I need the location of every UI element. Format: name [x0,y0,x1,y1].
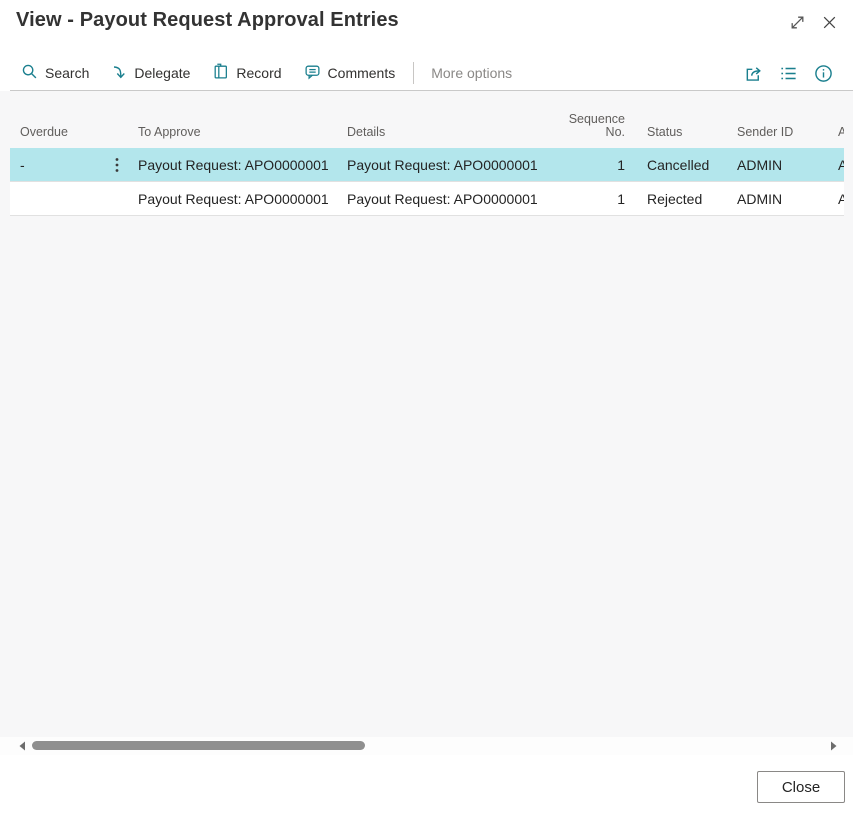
close-button[interactable]: Close [757,771,845,803]
scrollbar-thumb[interactable] [32,741,365,750]
row-context-menu-icon[interactable] [109,155,125,175]
approver-id-cell-clipped: A [830,148,844,181]
comments-icon [304,63,321,83]
column-header-details[interactable]: Details [340,100,556,148]
column-header-to-approve[interactable]: To Approve [130,100,340,148]
record-icon [212,63,229,83]
more-options-button[interactable]: More options [421,65,522,81]
approver-id-cell-clipped: A [830,182,844,215]
sequence-no-cell: 1 [556,182,628,215]
record-label: Record [236,65,281,81]
column-header-approver-id-clipped[interactable]: A [830,100,844,148]
table-row[interactable]: Payout Request: APO0000001 Payout Reques… [10,182,844,216]
delegate-icon [111,64,127,83]
info-icon[interactable] [813,63,833,83]
sender-id-link[interactable]: ADMIN [727,182,830,215]
toolbar-right-icons [743,63,843,83]
column-header-status[interactable]: Status [628,100,727,148]
details-cell: Payout Request: APO0000001 [340,182,556,215]
status-cell: Rejected [628,182,727,215]
to-approve-cell: Payout Request: APO0000001 [130,182,340,215]
overdue-cell: - [10,148,130,181]
column-header-overdue[interactable]: Overdue [10,100,130,148]
content-area: Overdue To Approve Details SequenceNo. S… [0,91,853,755]
overdue-cell [10,182,130,215]
search-icon [21,63,38,83]
search-button[interactable]: Search [10,63,100,83]
toolbar-divider [413,62,414,84]
approval-entries-dialog: View - Payout Request Approval Entries S… [0,0,853,814]
scroll-right-icon[interactable] [828,741,838,751]
sequence-no-cell: 1 [556,148,628,181]
action-toolbar: Search Delegate Record [10,56,843,90]
comments-label: Comments [328,65,396,81]
overdue-value: - [20,157,25,173]
column-header-sequence-no[interactable]: SequenceNo. [556,100,628,148]
comments-button[interactable]: Comments [293,63,407,83]
grid-header-row: Overdue To Approve Details SequenceNo. S… [10,100,844,148]
approval-entries-grid: Overdue To Approve Details SequenceNo. S… [10,100,844,216]
page-title: View - Payout Request Approval Entries [16,9,399,32]
delegate-label: Delegate [134,65,190,81]
scroll-left-icon[interactable] [17,741,27,751]
close-icon[interactable] [819,12,839,32]
details-cell: Payout Request: APO0000001 [340,148,556,181]
status-cell: Cancelled [628,148,727,181]
sender-id-link[interactable]: ADMIN [727,148,830,181]
expand-icon[interactable] [787,12,807,32]
to-approve-cell: Payout Request: APO0000001 [130,148,340,181]
search-label: Search [45,65,89,81]
title-bar: View - Payout Request Approval Entries [0,0,853,56]
list-view-icon[interactable] [778,63,798,83]
table-row[interactable]: - Payout Request: APO0000001 Payout Requ… [10,148,844,182]
horizontal-scrollbar[interactable] [0,737,853,755]
dialog-footer: Close [0,755,853,814]
record-button[interactable]: Record [201,63,292,83]
share-icon[interactable] [743,63,763,83]
column-header-sender-id[interactable]: Sender ID [727,100,830,148]
delegate-button[interactable]: Delegate [100,64,201,83]
